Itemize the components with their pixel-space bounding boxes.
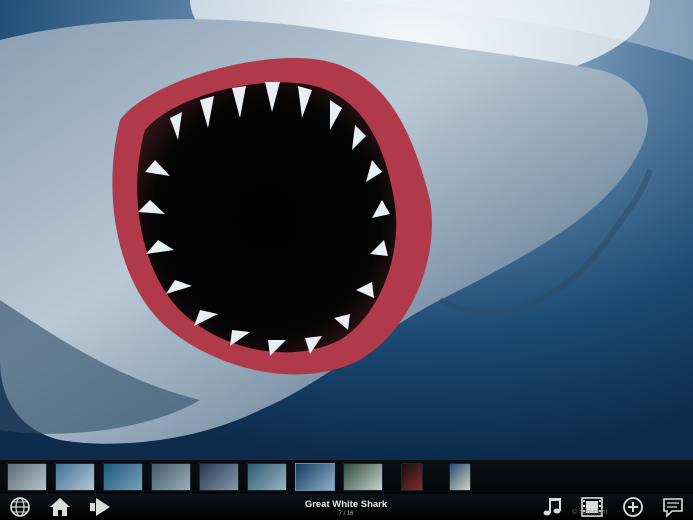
thumbnail-9[interactable] — [401, 463, 423, 491]
thumbnail-6[interactable] — [247, 463, 287, 491]
music-note-icon[interactable] — [540, 496, 564, 518]
add-circle-icon[interactable] — [621, 496, 645, 518]
thumbnail-2[interactable] — [55, 463, 95, 491]
thumbnail-1[interactable] — [7, 463, 47, 491]
thumbnail-10[interactable] — [449, 463, 471, 491]
shark-photo — [0, 0, 693, 460]
globe-icon[interactable] — [8, 496, 32, 518]
thumbnail-7[interactable] — [295, 463, 335, 491]
thumbnail-8[interactable] — [343, 463, 383, 491]
next-arrow-icon[interactable] — [88, 496, 112, 518]
copyright-watermark: © copyright — [572, 509, 608, 516]
thumbnail-4[interactable] — [151, 463, 191, 491]
thumbnail-strip — [0, 460, 693, 494]
comment-icon[interactable] — [661, 496, 685, 518]
home-icon[interactable] — [48, 496, 72, 518]
caption-title: Great White Shark — [304, 499, 388, 510]
thumbnail-5[interactable] — [199, 463, 239, 491]
photo-counter: 7 / 16 — [338, 511, 354, 517]
thumbnail-3[interactable] — [103, 463, 143, 491]
photo-caption: Great White Shark 7 / 16 — [246, 499, 446, 518]
